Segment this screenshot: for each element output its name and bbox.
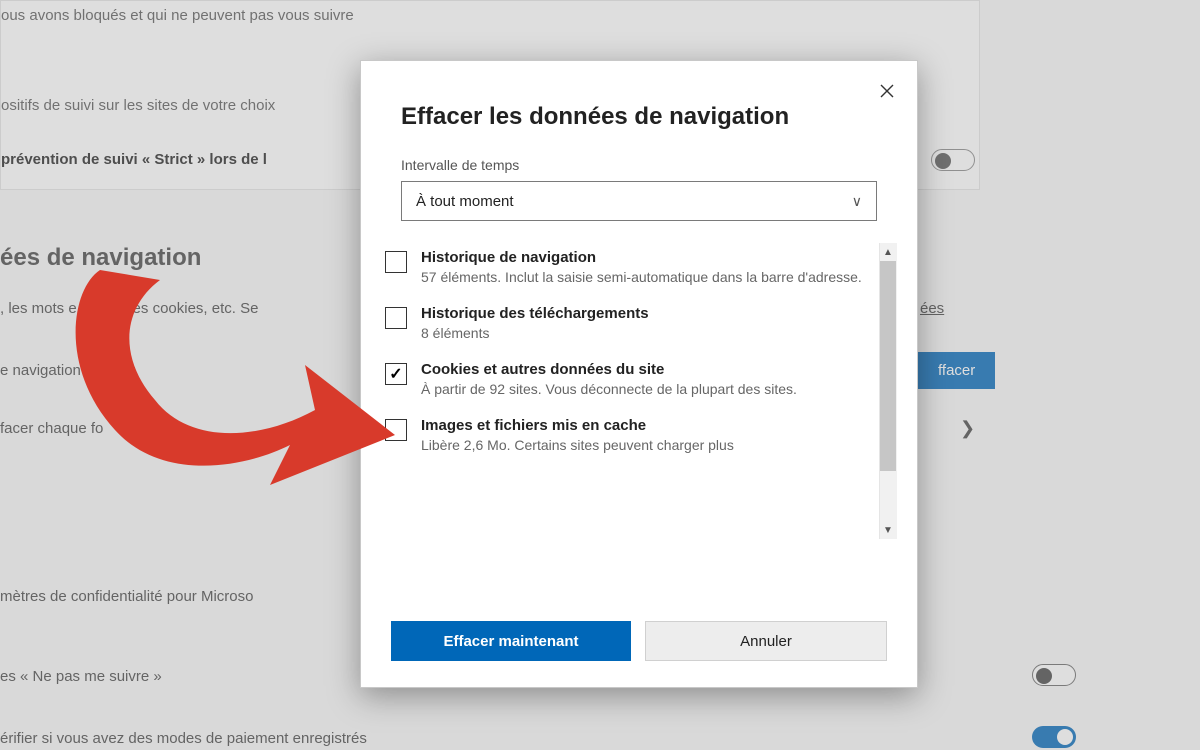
option-cached-files[interactable]: Images et fichiers mis en cache Libère 2… bbox=[385, 411, 877, 467]
option-desc: 57 éléments. Inclut la saisie semi-autom… bbox=[421, 268, 877, 287]
clear-browsing-data-dialog: Effacer les données de navigation Interv… bbox=[360, 60, 918, 688]
option-title: Cookies et autres données du site bbox=[421, 361, 877, 378]
scrollbar-thumb[interactable] bbox=[880, 261, 896, 471]
scroll-down-icon[interactable]: ▼ bbox=[879, 521, 897, 539]
option-desc: À partir de 92 sites. Vous déconnecte de… bbox=[421, 380, 877, 399]
do-not-track-toggle[interactable] bbox=[1032, 664, 1076, 686]
scrollbar[interactable]: ▲ ▼ bbox=[879, 243, 897, 539]
dialog-actions: Effacer maintenant Annuler bbox=[361, 599, 917, 687]
close-icon[interactable] bbox=[871, 75, 903, 107]
time-range-label: Intervalle de temps bbox=[361, 131, 917, 181]
tracking-exceptions-text: ositifs de suivi sur les sites de votre … bbox=[1, 97, 275, 114]
dialog-title: Effacer les données de navigation bbox=[361, 61, 917, 131]
chevron-down-icon: ∨ bbox=[852, 193, 862, 210]
clear-now-button[interactable]: Effacer maintenant bbox=[391, 621, 631, 661]
payment-methods-text: érifier si vous avez des modes de paieme… bbox=[0, 730, 367, 747]
strict-toggle[interactable] bbox=[931, 149, 975, 171]
data-type-list: Historique de navigation 57 éléments. In… bbox=[385, 243, 897, 539]
strict-prevention-text: prévention de suivi « Strict » lors de l bbox=[1, 151, 267, 168]
chevron-right-icon[interactable]: ❯ bbox=[960, 418, 975, 439]
settings-link[interactable]: ées bbox=[920, 300, 944, 317]
clear-button[interactable]: ffacer bbox=[918, 352, 995, 389]
option-title: Historique des téléchargements bbox=[421, 305, 877, 322]
scroll-up-icon[interactable]: ▲ bbox=[879, 243, 897, 261]
time-range-value: À tout moment bbox=[416, 193, 514, 210]
option-cookies[interactable]: Cookies et autres données du site À part… bbox=[385, 355, 877, 411]
option-download-history[interactable]: Historique des téléchargements 8 élément… bbox=[385, 299, 877, 355]
payment-methods-toggle[interactable] bbox=[1032, 726, 1076, 748]
cancel-button[interactable]: Annuler bbox=[645, 621, 887, 661]
blocked-trackers-text: ous avons bloqués et qui ne peuvent pas … bbox=[1, 7, 354, 24]
option-title: Historique de navigation bbox=[421, 249, 877, 266]
option-title: Images et fichiers mis en cache bbox=[421, 417, 877, 434]
option-desc: 8 éléments bbox=[421, 324, 877, 343]
do-not-track-text: es « Ne pas me suivre » bbox=[0, 668, 162, 685]
privacy-settings-text: mètres de confidentialité pour Microso bbox=[0, 588, 253, 605]
time-range-select[interactable]: À tout moment ∨ bbox=[401, 181, 877, 221]
option-desc: Libère 2,6 Mo. Certains sites peuvent ch… bbox=[421, 436, 877, 455]
option-browsing-history[interactable]: Historique de navigation 57 éléments. In… bbox=[385, 243, 877, 299]
annotation-arrow-icon bbox=[60, 250, 400, 510]
